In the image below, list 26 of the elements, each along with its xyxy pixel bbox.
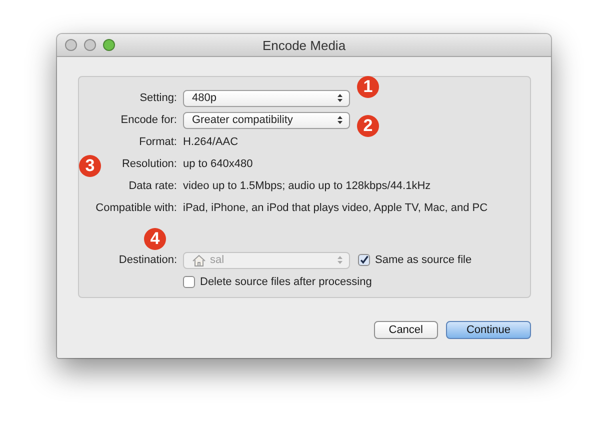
field-label: Compatible with: [96,201,177,216]
field-label: Encode for: [120,113,177,128]
continue-button[interactable]: Continue [446,321,531,339]
up-down-arrows-icon [337,255,343,265]
window-button[interactable] [65,39,77,51]
checkbox[interactable] [183,276,195,288]
field-label: Format: [139,135,177,150]
window-title: Encode Media [262,38,346,52]
field-label: Resolution: [122,157,177,172]
field-value: H.264/AAC [183,135,240,150]
checkbox-label: Same as source file [375,254,472,266]
field-label: Setting: [140,91,177,106]
field-label: Data rate: [128,179,177,194]
up-down-arrows-icon [337,115,343,125]
house-icon [192,254,206,266]
dropdown[interactable]: Greater compatibility [183,112,350,128]
field-value: iPad, iPhone, an iPod that plays video, Apple TV, Mac, and PC [183,201,489,216]
dropdown[interactable]: 480p [183,90,350,106]
cancel-button[interactable]: Cancel [374,321,438,339]
checkbox-label: Delete source files after processing [200,276,372,288]
field-value: video up to 1.5Mbps; audio up to 128kbps/44.1kHz [183,179,432,194]
window-button[interactable] [103,39,115,51]
field-label: Destination: [118,253,177,268]
up-down-arrows-icon [337,93,343,103]
field-value: up to 640x480 [183,157,254,172]
window-button[interactable] [84,39,96,51]
